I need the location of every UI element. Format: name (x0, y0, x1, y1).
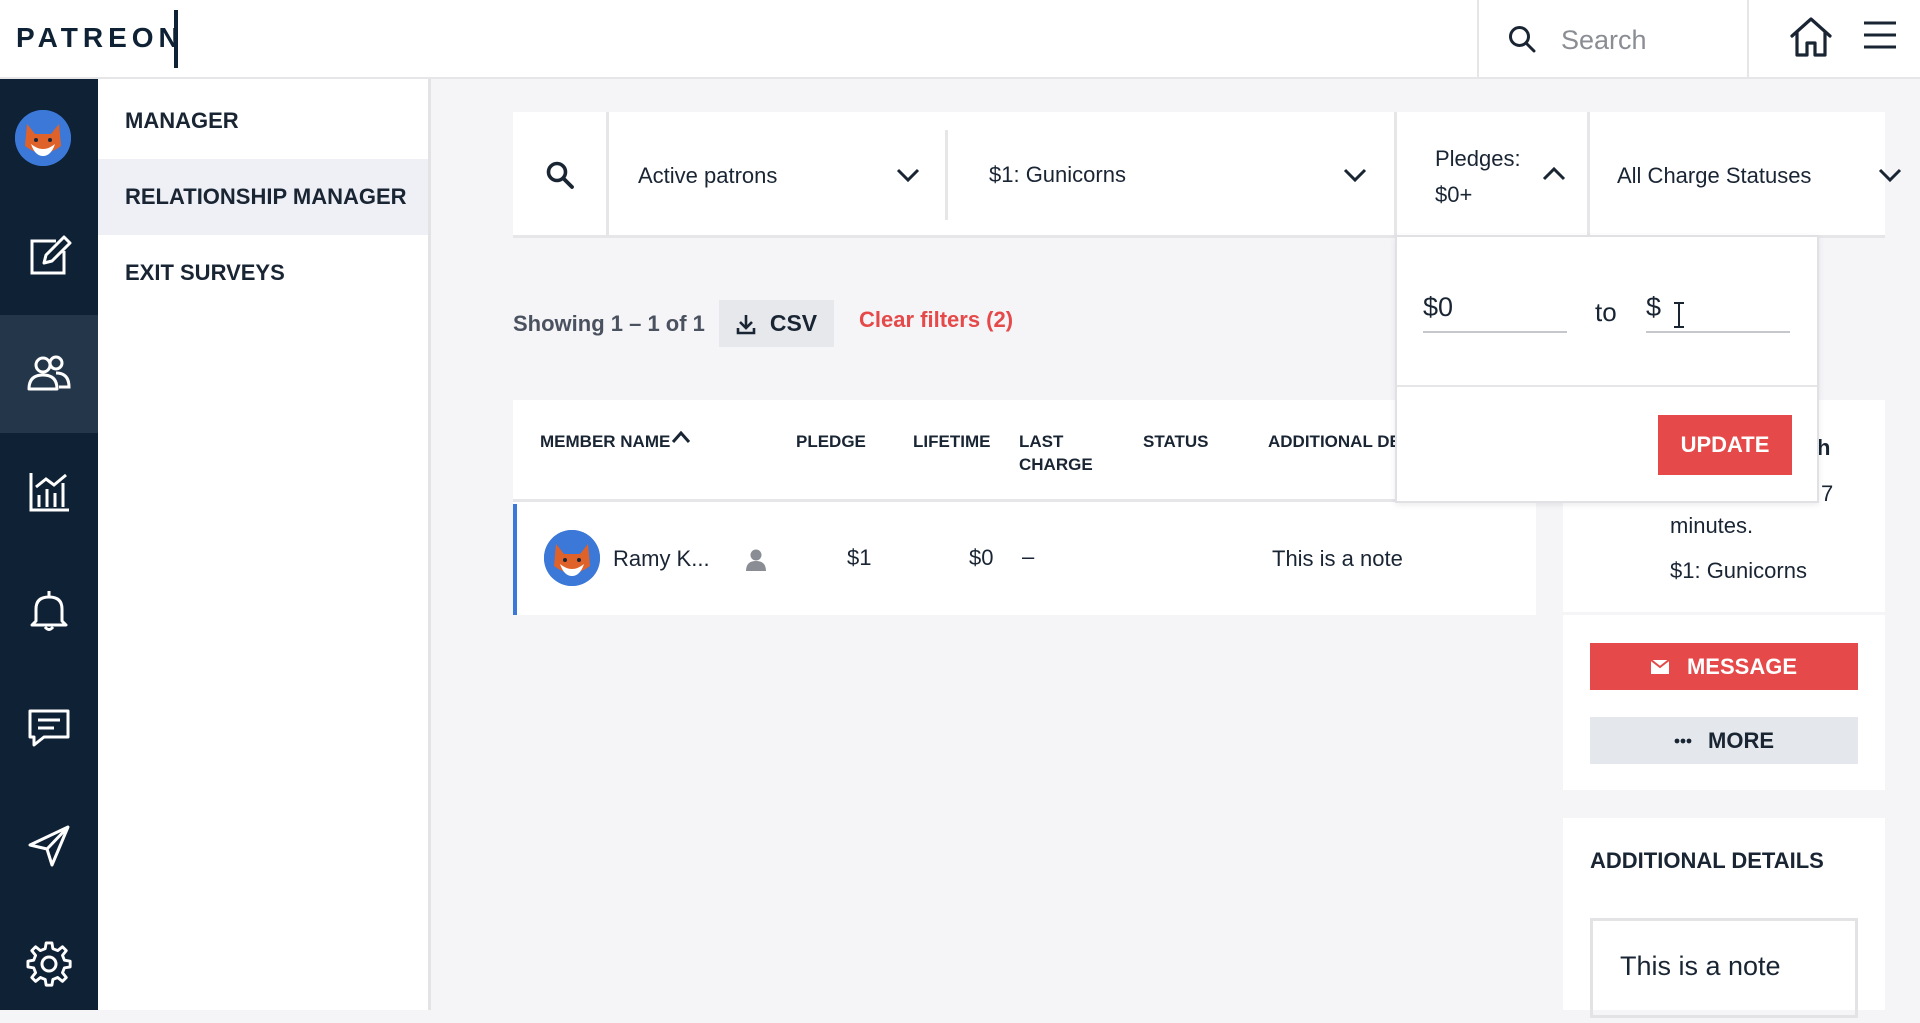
subnav-item-manager[interactable]: MANAGER (98, 83, 428, 159)
member-avatar (544, 530, 600, 586)
update-button[interactable]: UPDATE (1658, 415, 1792, 475)
subnav-item-relationship-manager[interactable]: RELATIONSHIP MANAGER (98, 159, 428, 235)
gear-icon (26, 941, 72, 987)
members-table: MEMBER NAME PLEDGE LIFETIME LAST CHARGE … (513, 400, 1536, 615)
analytics-icon (29, 473, 69, 512)
search-input[interactable] (1559, 18, 1739, 62)
subnav-item-exit-surveys[interactable]: EXIT SURVEYS (98, 235, 428, 311)
chat-icon (28, 709, 70, 747)
member-last-charge: – (1022, 544, 1035, 569)
left-icon-rail (0, 79, 98, 1010)
logo-divider (174, 10, 178, 68)
member-summary-time-suffix: minutes. (1670, 513, 1754, 538)
pledge-range-dropdown: to UPDATE (1395, 235, 1819, 503)
column-member-name[interactable]: MEMBER NAME (540, 430, 691, 453)
max-pledge-input[interactable] (1646, 283, 1790, 333)
sort-ascending-icon (671, 430, 691, 443)
filter-divider (945, 130, 948, 220)
edit-icon (30, 235, 72, 275)
chevron-down-icon (896, 168, 920, 183)
csv-download-button[interactable]: CSV (719, 300, 834, 347)
secondary-nav: MANAGER RELATIONSHIP MANAGER EXIT SURVEY… (98, 79, 431, 1010)
rail-insights[interactable] (0, 433, 98, 551)
patreon-logo[interactable]: PATREON (16, 22, 184, 54)
fox-avatar-icon (544, 530, 600, 586)
home-icon[interactable] (1788, 14, 1834, 60)
additional-details-title: ADDITIONAL DETAILS (1590, 848, 1824, 873)
rail-settings[interactable] (0, 905, 98, 1023)
top-header: PATREON (0, 0, 1920, 79)
text-cursor-icon (1674, 302, 1684, 328)
note-box[interactable]: This is a note (1590, 918, 1858, 1018)
chevron-down-icon (1343, 168, 1367, 183)
more-button[interactable]: MORE (1590, 717, 1858, 764)
pledges-filter-value: $0+ (1435, 182, 1473, 207)
member-lifetime: $0 (969, 545, 994, 570)
column-pledge[interactable]: PLEDGE (796, 430, 866, 453)
download-icon (736, 314, 756, 334)
member-pledge: $1 (847, 545, 872, 570)
range-to-label: to (1595, 297, 1617, 327)
member-summary-heading: h (1817, 435, 1831, 460)
column-additional-details[interactable]: ADDITIONAL DE (1268, 430, 1401, 453)
users-icon (27, 355, 71, 391)
message-label: MESSAGE (1686, 653, 1798, 679)
rail-relationship-manager[interactable] (0, 315, 98, 433)
send-icon (28, 825, 70, 867)
member-name[interactable]: Ramy K... (613, 546, 710, 572)
column-lifetime[interactable]: LIFETIME (913, 430, 990, 453)
charge-status-filter-value: All Charge Statuses (1617, 163, 1812, 188)
member-summary-tier: $1: Gunicorns (1670, 558, 1807, 583)
min-pledge-input[interactable] (1423, 283, 1567, 333)
rail-messages[interactable] (0, 669, 98, 787)
bell-icon (30, 591, 68, 631)
clear-filters-link[interactable]: Clear filters (2) (859, 307, 1013, 333)
chevron-up-icon (1542, 166, 1566, 181)
person-icon (746, 549, 766, 571)
results-count: Showing 1 – 1 of 1 (513, 311, 705, 336)
table-row[interactable]: Ramy K... $1 $0 – This is a note (513, 504, 1536, 615)
dropdown-divider (1397, 385, 1817, 387)
mail-icon (1650, 659, 1669, 674)
tier-filter-value: $1: Gunicorns (989, 162, 1126, 187)
creator-avatar[interactable] (15, 110, 71, 166)
column-status[interactable]: STATUS (1143, 430, 1208, 453)
csv-label: CSV (769, 310, 818, 336)
rail-promotions[interactable] (0, 787, 98, 905)
fox-avatar-icon (15, 110, 71, 166)
table-header: MEMBER NAME PLEDGE LIFETIME LAST CHARGE … (513, 400, 1536, 502)
search-icon (546, 161, 574, 189)
member-summary-time: 7 (1821, 481, 1834, 506)
more-label: MORE (1708, 727, 1774, 753)
column-last-charge[interactable]: LAST CHARGE (1019, 430, 1093, 476)
menu-icon[interactable] (1862, 18, 1898, 54)
member-note: This is a note (1272, 546, 1403, 571)
rail-notifications[interactable] (0, 551, 98, 669)
more-dots-icon (1674, 738, 1692, 743)
pledges-filter-dropdown[interactable]: Pledges: $0+ (1394, 112, 1590, 238)
chevron-down-icon (1878, 168, 1902, 183)
filter-bar: Active patrons $1: Gunicorns Pledges: $0… (513, 112, 1902, 238)
filter-search-button[interactable] (513, 112, 609, 238)
status-filter-value: Active patrons (638, 163, 778, 188)
pledges-filter-label: Pledges: (1435, 146, 1521, 171)
rail-posts[interactable] (0, 197, 98, 315)
message-button[interactable]: MESSAGE (1590, 643, 1858, 690)
search-icon[interactable] (1507, 24, 1537, 54)
header-search (1477, 0, 1749, 79)
